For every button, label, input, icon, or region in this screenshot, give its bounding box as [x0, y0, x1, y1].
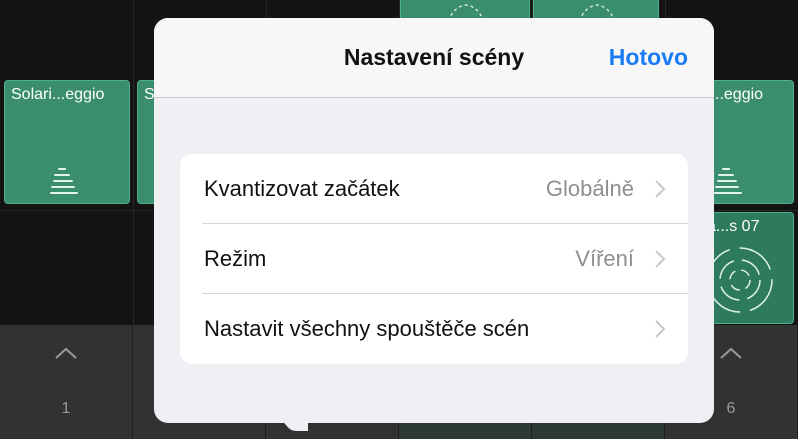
chevron-right-icon [655, 180, 666, 198]
loop-cell-label: i...eggio [707, 86, 764, 103]
chevron-right-icon [655, 320, 666, 338]
loop-cell[interactable]: Solari...eggio [4, 80, 130, 204]
settings-row-mode[interactable]: Režim Víření [180, 224, 688, 294]
settings-row-label: Nastavit všechny spouštěče scén [204, 316, 530, 341]
grid-divider [133, 0, 134, 325]
popover-header: Nastavení scény Hotovo [154, 18, 714, 98]
loop-cell-label: a...s 07 [707, 218, 760, 235]
settings-row-quantize-start[interactable]: Kvantizovat začátek Globálně [180, 154, 688, 224]
settings-row-label: Režim [204, 246, 267, 271]
settings-row-set-all-scene-triggers[interactable]: Nastavit všechny spouštěče scén [180, 294, 688, 364]
loop-cell-label: Solari...eggio [11, 86, 105, 103]
chevron-up-icon [55, 347, 77, 359]
settings-list: Kvantizovat začátek Globálně Režim Vířen… [180, 154, 688, 364]
settings-row-value: Globálně [545, 176, 634, 201]
done-button[interactable]: Hotovo [609, 44, 688, 71]
scene-trigger-number: 1 [61, 400, 71, 417]
chevron-up-icon [720, 347, 742, 359]
tornado-icon [50, 168, 78, 194]
settings-row-label: Kvantizovat začátek [204, 176, 400, 201]
chevron-right-icon [655, 250, 666, 268]
settings-row-value: Víření [575, 246, 634, 271]
loop-swirl-icon [707, 247, 773, 313]
tornado-icon [714, 168, 742, 194]
scene-trigger[interactable]: 1 [0, 325, 133, 439]
scene-settings-popover: Nastavení scény Hotovo Kvantizovat začát… [154, 18, 714, 431]
popover-arrow [282, 391, 308, 431]
